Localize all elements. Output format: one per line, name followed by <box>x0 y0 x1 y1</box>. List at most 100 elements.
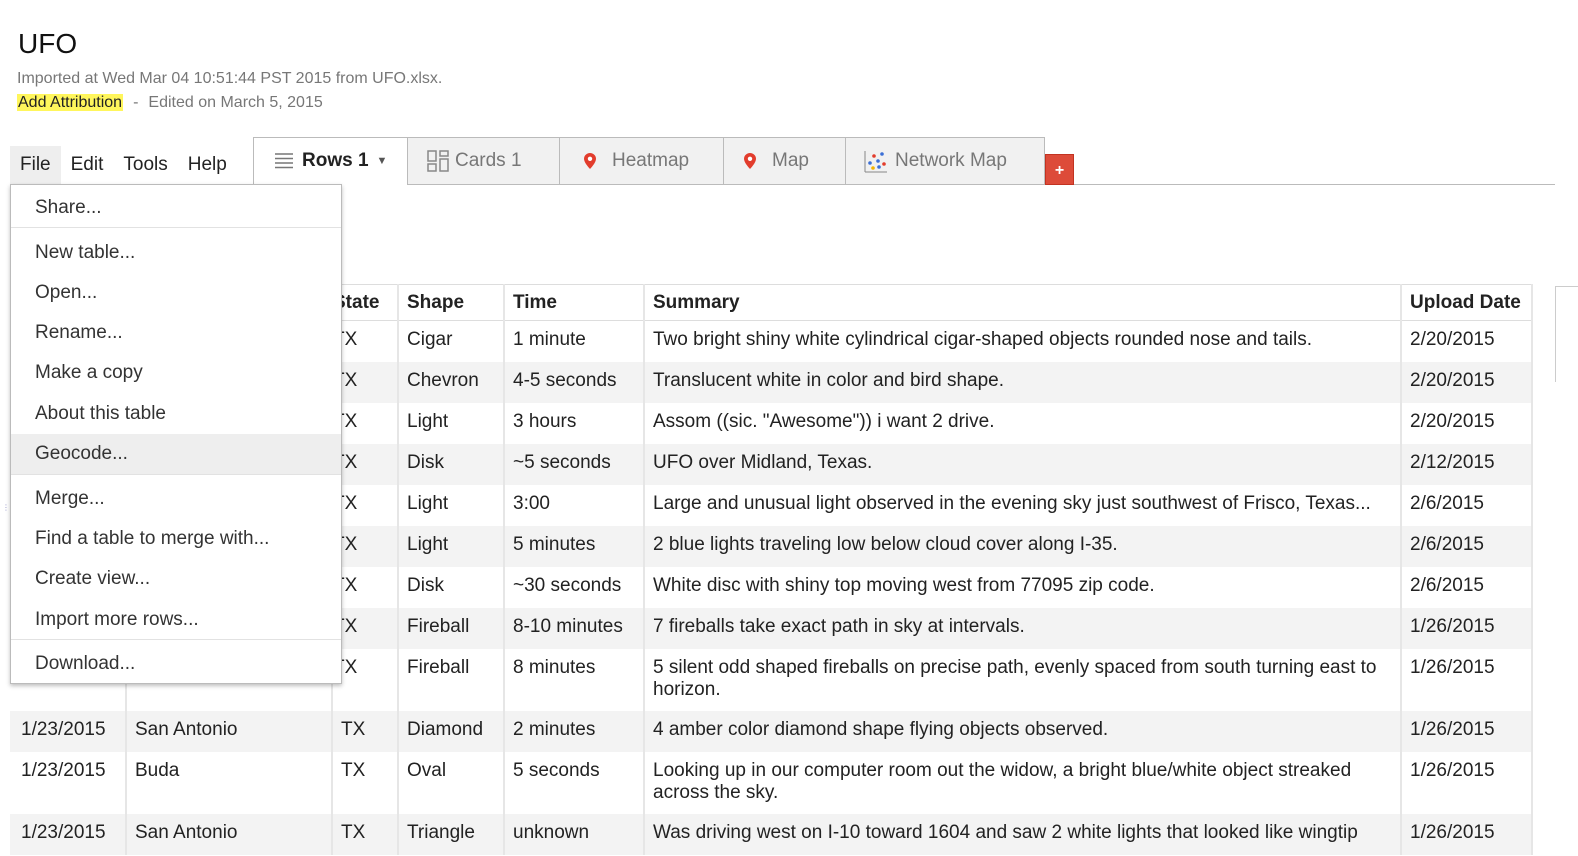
cell: 8-10 minutes <box>504 607 645 649</box>
menu-bar: File Edit Tools Help <box>10 146 237 184</box>
column-header-summary[interactable]: Summary <box>644 284 1402 321</box>
cell: Disk <box>398 443 505 485</box>
cell: TX <box>332 710 399 752</box>
file-menu-dropdown: Share... New table... Open... Rename... … <box>10 184 342 684</box>
cell: 2/6/2015 <box>1401 525 1533 567</box>
menu-item-rename[interactable]: Rename... <box>11 313 341 351</box>
cell: Light <box>398 402 505 444</box>
cell: Buda <box>126 751 333 814</box>
tab-heatmap-label: Heatmap <box>612 150 690 171</box>
cell: 7 fireballs take exact path in sky at in… <box>644 607 1402 649</box>
cell: Light <box>398 484 505 526</box>
cell: 1/26/2015 <box>1401 648 1533 711</box>
menu-item-import-rows[interactable]: Import more rows... <box>11 600 341 638</box>
cell: UFO over Midland, Texas. <box>644 443 1402 485</box>
divider <box>11 474 341 475</box>
cell: Looking up in our computer room out the … <box>644 751 1402 814</box>
menu-item-geocode[interactable]: Geocode... <box>11 434 341 474</box>
tab-heatmap[interactable]: Heatmap <box>559 137 723 185</box>
cell: unknown <box>504 813 645 855</box>
cell: 5 minutes <box>504 525 645 567</box>
menu-item-new-table[interactable]: New table... <box>11 233 341 271</box>
cell: 2/6/2015 <box>1401 484 1533 526</box>
cell: ~30 seconds <box>504 566 645 608</box>
cell: Light <box>398 525 505 567</box>
cell: Two bright shiny white cylindrical cigar… <box>644 320 1402 362</box>
cell: Was driving west on I-10 toward 1604 and… <box>644 813 1402 855</box>
cell: Translucent white in color and bird shap… <box>644 361 1402 403</box>
cell: Large and unusual light observed in the … <box>644 484 1402 526</box>
menu-file[interactable]: File <box>10 146 61 184</box>
network-icon <box>864 149 888 173</box>
cell: Cigar <box>398 320 505 362</box>
cell: 1/26/2015 <box>1401 751 1533 814</box>
cell: 2 blue lights traveling low below cloud … <box>644 525 1402 567</box>
tab-rows[interactable]: Rows 1 ▼ <box>253 137 407 185</box>
menu-item-about-table[interactable]: About this table <box>11 394 341 432</box>
menu-tools[interactable]: Tools <box>113 146 177 184</box>
cell: 4-5 seconds <box>504 361 645 403</box>
cell: 5 silent odd shaped fireballs on precise… <box>644 648 1402 711</box>
cell: 3 hours <box>504 402 645 444</box>
rows-icon <box>274 151 294 171</box>
menu-item-share[interactable]: Share... <box>11 188 341 226</box>
table-row[interactable]: 1/23/2015 San Antonio TX Triangle unknown Was… <box>10 813 1533 855</box>
cell: Fireball <box>398 648 505 711</box>
column-header-upload-date[interactable]: Upload Date <box>1401 284 1533 321</box>
cell: San Antonio <box>126 813 333 855</box>
add-attribution-link[interactable]: Add Attribution <box>17 94 124 111</box>
column-header-shape[interactable]: Shape <box>398 284 505 321</box>
menu-item-find-table-merge[interactable]: Find a table to merge with... <box>11 519 341 557</box>
map-pin-icon <box>584 153 596 169</box>
tab-bar: Rows 1 ▼ Cards 1 Heatmap Map Network Map <box>253 137 1045 185</box>
cell: TX <box>332 813 399 855</box>
divider <box>1555 286 1578 287</box>
menu-item-download[interactable]: Download... <box>11 644 341 682</box>
cell: 2/20/2015 <box>1401 361 1533 403</box>
menu-item-make-copy[interactable]: Make a copy <box>11 353 341 391</box>
separator: - <box>133 94 139 111</box>
attribution-line: Add Attribution - Edited on March 5, 2015 <box>17 94 323 112</box>
cell: 1/26/2015 <box>1401 813 1533 855</box>
menu-item-create-view[interactable]: Create view... <box>11 559 341 597</box>
table-row[interactable]: 1/23/2015 San Antonio TX Diamond 2 minutes 4 … <box>10 710 1533 752</box>
cell: 2/12/2015 <box>1401 443 1533 485</box>
cell: 3:00 <box>504 484 645 526</box>
cell: 8 minutes <box>504 648 645 711</box>
cell: Assom ((sic. "Awesome")) i want 2 drive. <box>644 402 1402 444</box>
column-header-time[interactable]: Time <box>504 284 645 321</box>
cell: 2/20/2015 <box>1401 402 1533 444</box>
cell: Chevron <box>398 361 505 403</box>
edited-info: Edited on March 5, 2015 <box>148 94 323 111</box>
cell: Fireball <box>398 607 505 649</box>
scrollbar-edge <box>1555 286 1556 382</box>
tab-cards[interactable]: Cards 1 <box>407 137 559 185</box>
menu-item-merge[interactable]: Merge... <box>11 479 341 517</box>
menu-help[interactable]: Help <box>178 146 237 184</box>
cell: Disk <box>398 566 505 608</box>
tab-map-label: Map <box>772 150 809 171</box>
tab-network-map-label: Network Map <box>895 150 1007 171</box>
menu-item-open[interactable]: Open... <box>11 273 341 311</box>
cell: White disc with shiny top moving west fr… <box>644 566 1402 608</box>
table-row[interactable]: 1/23/2015 Buda TX Oval 5 seconds Looking up i… <box>10 751 1533 814</box>
cell: San Antonio <box>126 710 333 752</box>
cell: 1/26/2015 <box>1401 607 1533 649</box>
menu-edit[interactable]: Edit <box>61 146 114 184</box>
cell: 1/23/2015 <box>10 710 127 752</box>
cell: Triangle <box>398 813 505 855</box>
cell: 1 minute <box>504 320 645 362</box>
cell: 1/23/2015 <box>10 751 127 814</box>
cell: 5 seconds <box>504 751 645 814</box>
cell: 4 amber color diamond shape flying objec… <box>644 710 1402 752</box>
add-tab-button[interactable]: + <box>1045 154 1074 185</box>
resize-handle[interactable]: ⋮ <box>2 503 10 533</box>
tab-network-map[interactable]: Network Map <box>845 137 1045 185</box>
tab-cards-label: Cards 1 <box>455 150 522 171</box>
cell: 2/20/2015 <box>1401 320 1533 362</box>
cell: 1/23/2015 <box>10 813 127 855</box>
cell: 2 minutes <box>504 710 645 752</box>
chevron-down-icon[interactable]: ▼ <box>377 155 388 167</box>
tab-map[interactable]: Map <box>723 137 845 185</box>
cell: Diamond <box>398 710 505 752</box>
